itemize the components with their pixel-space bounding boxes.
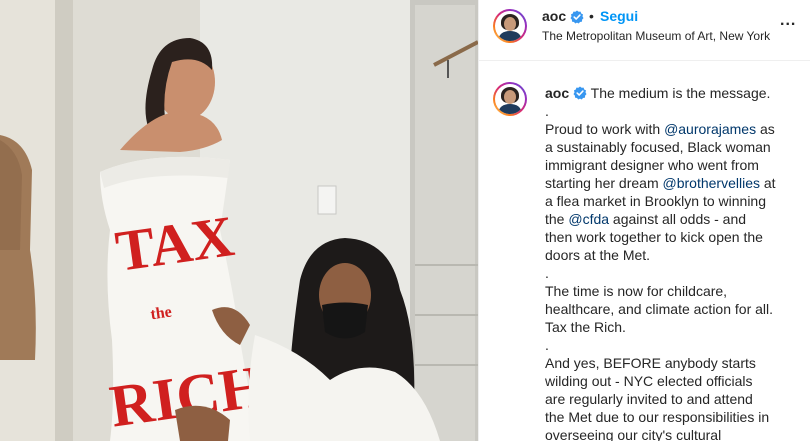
verified-badge-icon — [570, 10, 584, 24]
caption-username[interactable]: aoc — [545, 85, 569, 101]
caption-text-fragment: Proud to work with — [545, 121, 665, 137]
caption-text-fragment: against all odds - and — [609, 211, 747, 227]
post-sidebar: aoc • Segui The Metropolitan Museum of A… — [478, 0, 810, 441]
caption-line: starting her dream @brothervellies at — [545, 174, 801, 192]
caption-text-fragment: And yes, BEFORE anybody starts — [545, 355, 756, 371]
caption-text-fragment: . — [545, 337, 549, 353]
caption-text-fragment: starting her dream — [545, 175, 663, 191]
location-link[interactable]: The Metropolitan Museum of Art, New York — [542, 29, 770, 43]
caption-text-fragment: a flea market in Brooklyn to winning — [545, 193, 766, 209]
caption-line: doors at the Met. — [545, 246, 801, 264]
username[interactable]: aoc — [542, 8, 566, 24]
caption-text-fragment: Tax the Rich. — [545, 319, 626, 335]
caption-text-fragment: The medium is the message. — [590, 85, 771, 101]
caption-line: wilding out - NYC elected officials — [545, 372, 801, 390]
caption-text-fragment: doors at the Met. — [545, 247, 651, 263]
caption-text-fragment: healthcare, and climate action for all. — [545, 301, 774, 317]
caption-first-line: aoc The medium is the message. — [545, 84, 801, 102]
caption-text-fragment: . — [545, 103, 549, 119]
caption-text-fragment: immigrant designer who went from — [545, 157, 759, 173]
caption-line: the Met due to our responsibilities in — [545, 408, 801, 426]
mention-link[interactable]: @cfda — [568, 211, 609, 227]
caption-text-fragment: . — [545, 265, 549, 281]
caption-line: The time is now for childcare, — [545, 282, 801, 300]
caption-line: . — [545, 336, 801, 354]
more-options-icon[interactable]: ... — [780, 12, 796, 30]
caption-text-fragment: the — [545, 211, 569, 227]
caption-text-fragment: are regularly invited to and attend — [545, 391, 753, 407]
caption-line: a sustainably focused, Black woman — [545, 138, 801, 156]
caption-line: are regularly invited to and attend — [545, 390, 801, 408]
caption-line: Proud to work with @aurorajames as — [545, 120, 801, 138]
caption-avatar[interactable] — [493, 82, 527, 116]
caption-text-fragment: The time is now for childcare, — [545, 283, 728, 299]
dress-text-the: the — [149, 303, 172, 323]
verified-badge-icon — [573, 86, 587, 100]
caption-text-fragment: wilding out - NYC elected officials — [545, 373, 753, 389]
caption-line: And yes, BEFORE anybody starts — [545, 354, 801, 372]
caption-text-fragment: the Met due to our responsibilities in — [545, 409, 770, 425]
caption-line: . — [545, 264, 801, 282]
caption-text-fragment: overseeing our city's cultural — [545, 427, 722, 441]
caption-line: . — [545, 102, 801, 120]
caption-line: Tax the Rich. — [545, 318, 801, 336]
mention-link[interactable]: @brothervellies — [663, 175, 760, 191]
caption-line: overseeing our city's cultural — [545, 426, 801, 441]
caption-line: immigrant designer who went from — [545, 156, 801, 174]
caption-text-fragment: as — [756, 121, 775, 137]
post-photo[interactable]: TAX the RICH — [0, 0, 478, 441]
caption-line: healthcare, and climate action for all. — [545, 300, 801, 318]
caption-line: a flea market in Brooklyn to winning — [545, 192, 801, 210]
caption-text-fragment: at — [759, 175, 776, 191]
mention-link[interactable]: @aurorajames — [664, 121, 756, 137]
post-image: TAX the RICH — [0, 0, 478, 441]
caption-line: then work together to kick open the — [545, 228, 801, 246]
caption-line: the @cfda against all odds - and — [545, 210, 801, 228]
separator-dot: • — [589, 8, 594, 24]
caption-text-fragment: a sustainably focused, Black woman — [545, 139, 771, 155]
follow-button[interactable]: Segui — [600, 8, 638, 24]
post-caption: aoc The medium is the message. . Proud to… — [545, 84, 801, 441]
post-header: aoc • Segui The Metropolitan Museum of A… — [479, 0, 810, 61]
avatar[interactable] — [493, 9, 527, 43]
caption-text: The medium is the message. — [591, 85, 771, 101]
caption-text-fragment: then work together to kick open the — [545, 229, 763, 245]
